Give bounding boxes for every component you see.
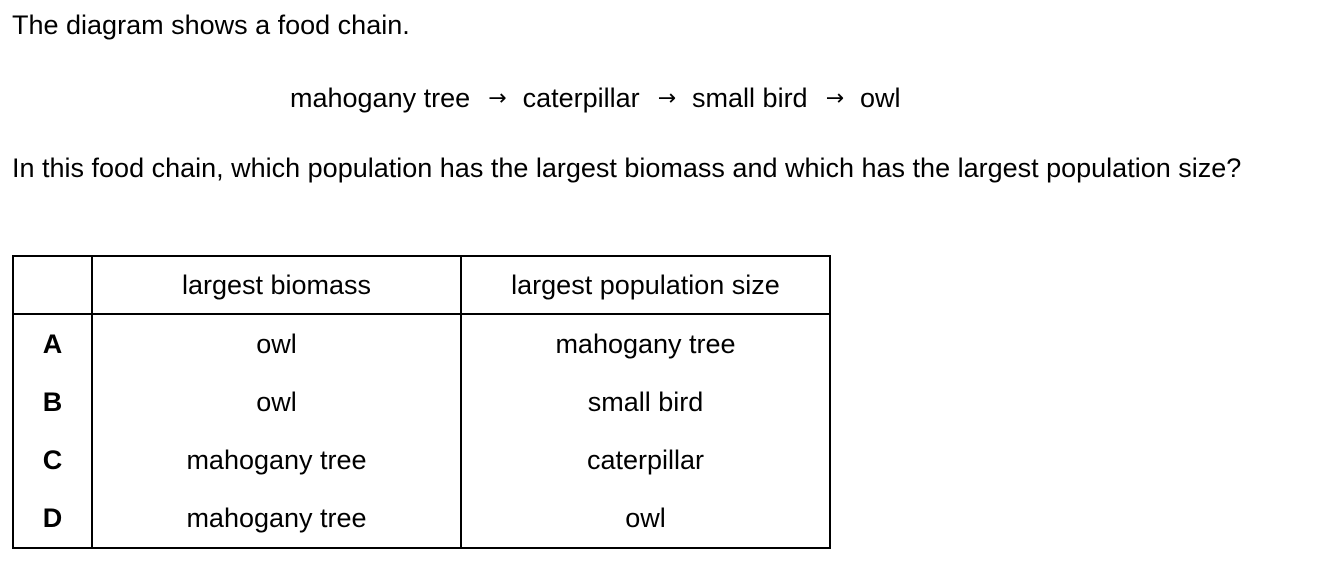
option-biomass: mahogany tree bbox=[91, 431, 462, 489]
table-header-row: largest biomass largest population size bbox=[12, 255, 831, 315]
option-biomass: mahogany tree bbox=[91, 489, 462, 549]
option-population: caterpillar bbox=[460, 431, 831, 489]
option-biomass: owl bbox=[91, 314, 462, 373]
option-population: mahogany tree bbox=[460, 314, 831, 373]
intro-text: The diagram shows a food chain. bbox=[12, 10, 410, 40]
option-population: small bird bbox=[460, 373, 831, 431]
header-largest-biomass: largest biomass bbox=[91, 255, 462, 315]
option-letter[interactable]: D bbox=[12, 489, 93, 549]
question-text: In this food chain, which population has… bbox=[12, 153, 1242, 183]
header-letter bbox=[12, 255, 93, 315]
chain-organism-small-bird: small bird bbox=[692, 83, 808, 113]
answer-options-table: largest biomass largest population size … bbox=[12, 255, 831, 549]
option-biomass: owl bbox=[91, 373, 462, 431]
option-letter[interactable]: A bbox=[12, 314, 93, 373]
table-row[interactable]: C mahogany tree caterpillar bbox=[12, 431, 831, 489]
arrow-right-icon: → bbox=[488, 86, 507, 111]
option-population: owl bbox=[460, 489, 831, 549]
chain-organism-owl: owl bbox=[860, 83, 901, 113]
arrow-right-icon: → bbox=[825, 86, 845, 111]
food-chain: mahogany tree → caterpillar → small bird… bbox=[290, 81, 901, 115]
arrow-right-icon: → bbox=[657, 86, 677, 111]
chain-organism-mahogany-tree: mahogany tree bbox=[290, 83, 471, 113]
chain-organism-caterpillar: caterpillar bbox=[522, 83, 640, 113]
table-row[interactable]: A owl mahogany tree bbox=[12, 314, 831, 373]
option-letter[interactable]: B bbox=[12, 373, 93, 431]
table-row[interactable]: D mahogany tree owl bbox=[12, 489, 831, 549]
header-largest-population-size: largest population size bbox=[460, 255, 831, 315]
table-row[interactable]: B owl small bird bbox=[12, 373, 831, 431]
option-letter[interactable]: C bbox=[12, 431, 93, 489]
